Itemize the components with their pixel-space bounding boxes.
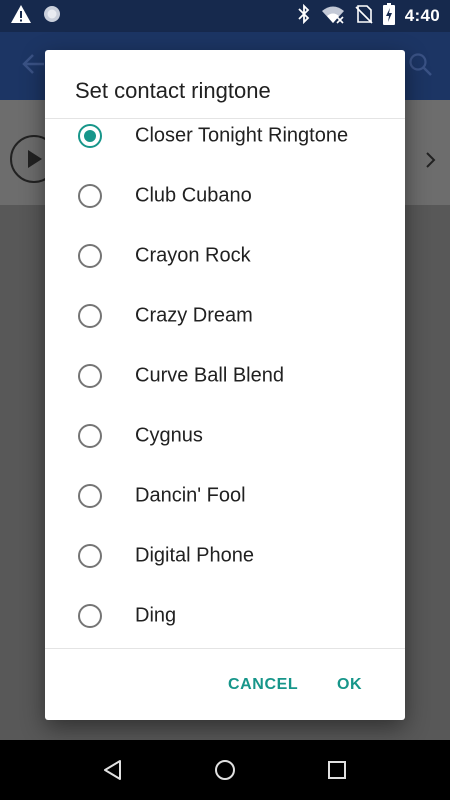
recents-icon[interactable] [325,758,349,782]
ringtone-option-label: Crayon Rock [135,244,251,267]
radio-unselected-icon[interactable] [78,364,102,388]
ringtone-option-label: Ding [135,604,177,627]
ringtone-option-label: Digital Phone [135,544,254,567]
status-bar: 4:40 [0,0,450,32]
sync-circle-icon [42,4,62,29]
radio-selected-icon[interactable] [78,124,102,148]
ok-button[interactable]: OK [329,670,370,700]
battery-charging-icon [382,2,395,30]
ringtone-option-label: Cygnus [135,424,203,447]
warning-icon [10,4,32,29]
home-icon[interactable] [213,758,237,782]
no-sim-icon [355,4,373,29]
ringtone-option-label: Closer Tonight Ringtone [135,124,349,147]
wifi-icon [321,4,345,29]
status-left-icons [10,4,62,28]
radio-unselected-icon[interactable] [78,424,102,448]
chevron-right-icon [424,150,438,175]
ringtone-dialog: Set contact ringtone Closer Tonight Ring… [45,50,405,720]
radio-unselected-icon[interactable] [78,604,102,628]
ringtone-option[interactable]: Crazy Dream [45,286,405,346]
app-back-arrow-icon [20,50,48,83]
ringtone-option[interactable]: Crayon Rock [45,226,405,286]
status-time: 4:40 [404,6,440,25]
dialog-actions: CANCEL OK [45,650,405,720]
ringtone-list[interactable]: Closer Tonight Ringtone Club Cubano Crayon… [45,118,405,648]
radio-unselected-icon[interactable] [78,484,102,508]
ringtone-option[interactable]: Club Cubano [45,166,405,226]
radio-unselected-icon[interactable] [78,184,102,208]
app-search-icon [408,52,434,83]
dialog-title: Set contact ringtone [75,78,271,103]
cancel-button[interactable]: CANCEL [220,670,306,700]
radio-unselected-icon[interactable] [78,304,102,328]
ringtone-option[interactable]: Cygnus [45,406,405,466]
ringtone-option[interactable]: Curve Ball Blend [45,346,405,406]
ringtone-option-label: Crazy Dream [135,304,253,327]
dialog-divider [45,648,405,649]
status-right-icons: 4:40 [297,2,440,30]
navigation-bar [0,740,450,800]
dialog-header: Set contact ringtone [45,50,405,118]
ringtone-option[interactable]: Dancin' Fool [45,466,405,526]
radio-dot [84,130,96,142]
ringtone-option-label: Club Cubano [135,184,252,207]
ringtone-option[interactable]: Ding [45,586,405,646]
ringtone-option-label: Curve Ball Blend [135,364,284,387]
radio-unselected-icon[interactable] [78,244,102,268]
ringtone-option[interactable]: Closer Tonight Ringtone [45,118,405,166]
ringtone-option-label: Dancin' Fool [135,484,246,507]
radio-unselected-icon[interactable] [78,544,102,568]
back-icon[interactable] [101,758,125,782]
bluetooth-icon [297,3,311,29]
ringtone-option[interactable]: Digital Phone [45,526,405,586]
play-icon [28,150,42,168]
